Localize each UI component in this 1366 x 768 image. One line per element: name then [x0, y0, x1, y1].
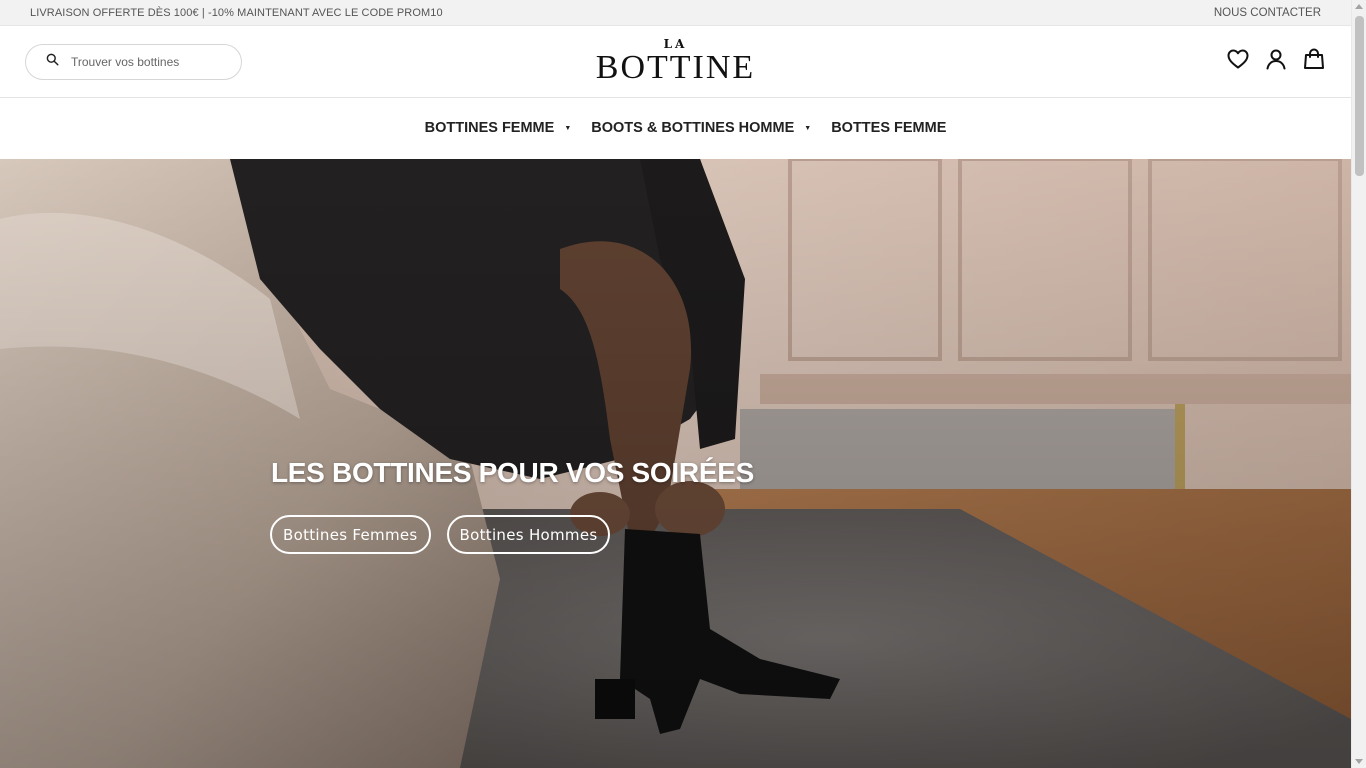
shopping-bag-icon[interactable]	[1301, 46, 1327, 72]
announcement-bar: LIVRAISON OFFERTE DÈS 100€ | -10% MAINTE…	[0, 0, 1351, 26]
nav-item-bottines-femme[interactable]: BOTTINES FEMME ▼	[425, 120, 572, 136]
heart-icon[interactable]	[1225, 46, 1251, 72]
scroll-up-arrow-icon[interactable]	[1355, 4, 1363, 9]
contact-link[interactable]: NOUS CONTACTER	[1214, 7, 1321, 19]
user-icon[interactable]	[1263, 46, 1289, 72]
hero-buttons: Bottines Femmes Bottines Hommes	[270, 515, 611, 554]
promo-text: LIVRAISON OFFERTE DÈS 100€ | -10% MAINTE…	[30, 6, 443, 19]
site-header: LA BOTTINE	[0, 26, 1351, 98]
page: LIVRAISON OFFERTE DÈS 100€ | -10% MAINTE…	[0, 0, 1351, 768]
logo-name-text: BOTTINE	[595, 49, 756, 86]
header-icons	[1225, 46, 1327, 72]
nav-item-bottes-femme[interactable]: BOTTES FEMME	[831, 120, 946, 136]
nav-item-label: BOTTES FEMME	[831, 120, 947, 136]
search-input[interactable]	[71, 55, 221, 69]
main-nav: BOTTINES FEMME ▼ BOOTS & BOTTINES HOMME …	[0, 98, 1351, 158]
hero-banner: LES BOTTINES POUR VOS SOIRÉES Bottines F…	[0, 159, 1351, 768]
logo[interactable]: LA BOTTINE	[596, 38, 755, 85]
caret-down-icon: ▼	[804, 124, 812, 132]
scrollbar-thumb[interactable]	[1355, 16, 1364, 176]
bottines-hommes-button[interactable]: Bottines Hommes	[446, 515, 611, 554]
nav-item-label: BOTTINES FEMME	[424, 120, 555, 136]
page-scrollbar[interactable]	[1351, 0, 1366, 768]
search-icon	[46, 53, 59, 71]
hero-title: LES BOTTINES POUR VOS SOIRÉES	[271, 457, 754, 488]
search-box[interactable]	[25, 44, 242, 80]
caret-down-icon: ▼	[564, 124, 572, 132]
scroll-down-arrow-icon[interactable]	[1355, 759, 1363, 764]
nav-item-boots-bottines-homme[interactable]: BOOTS & BOTTINES HOMME ▼	[591, 120, 811, 136]
nav-item-label: BOOTS & BOTTINES HOMME	[591, 120, 795, 136]
bottines-femmes-button[interactable]: Bottines Femmes	[270, 515, 431, 554]
